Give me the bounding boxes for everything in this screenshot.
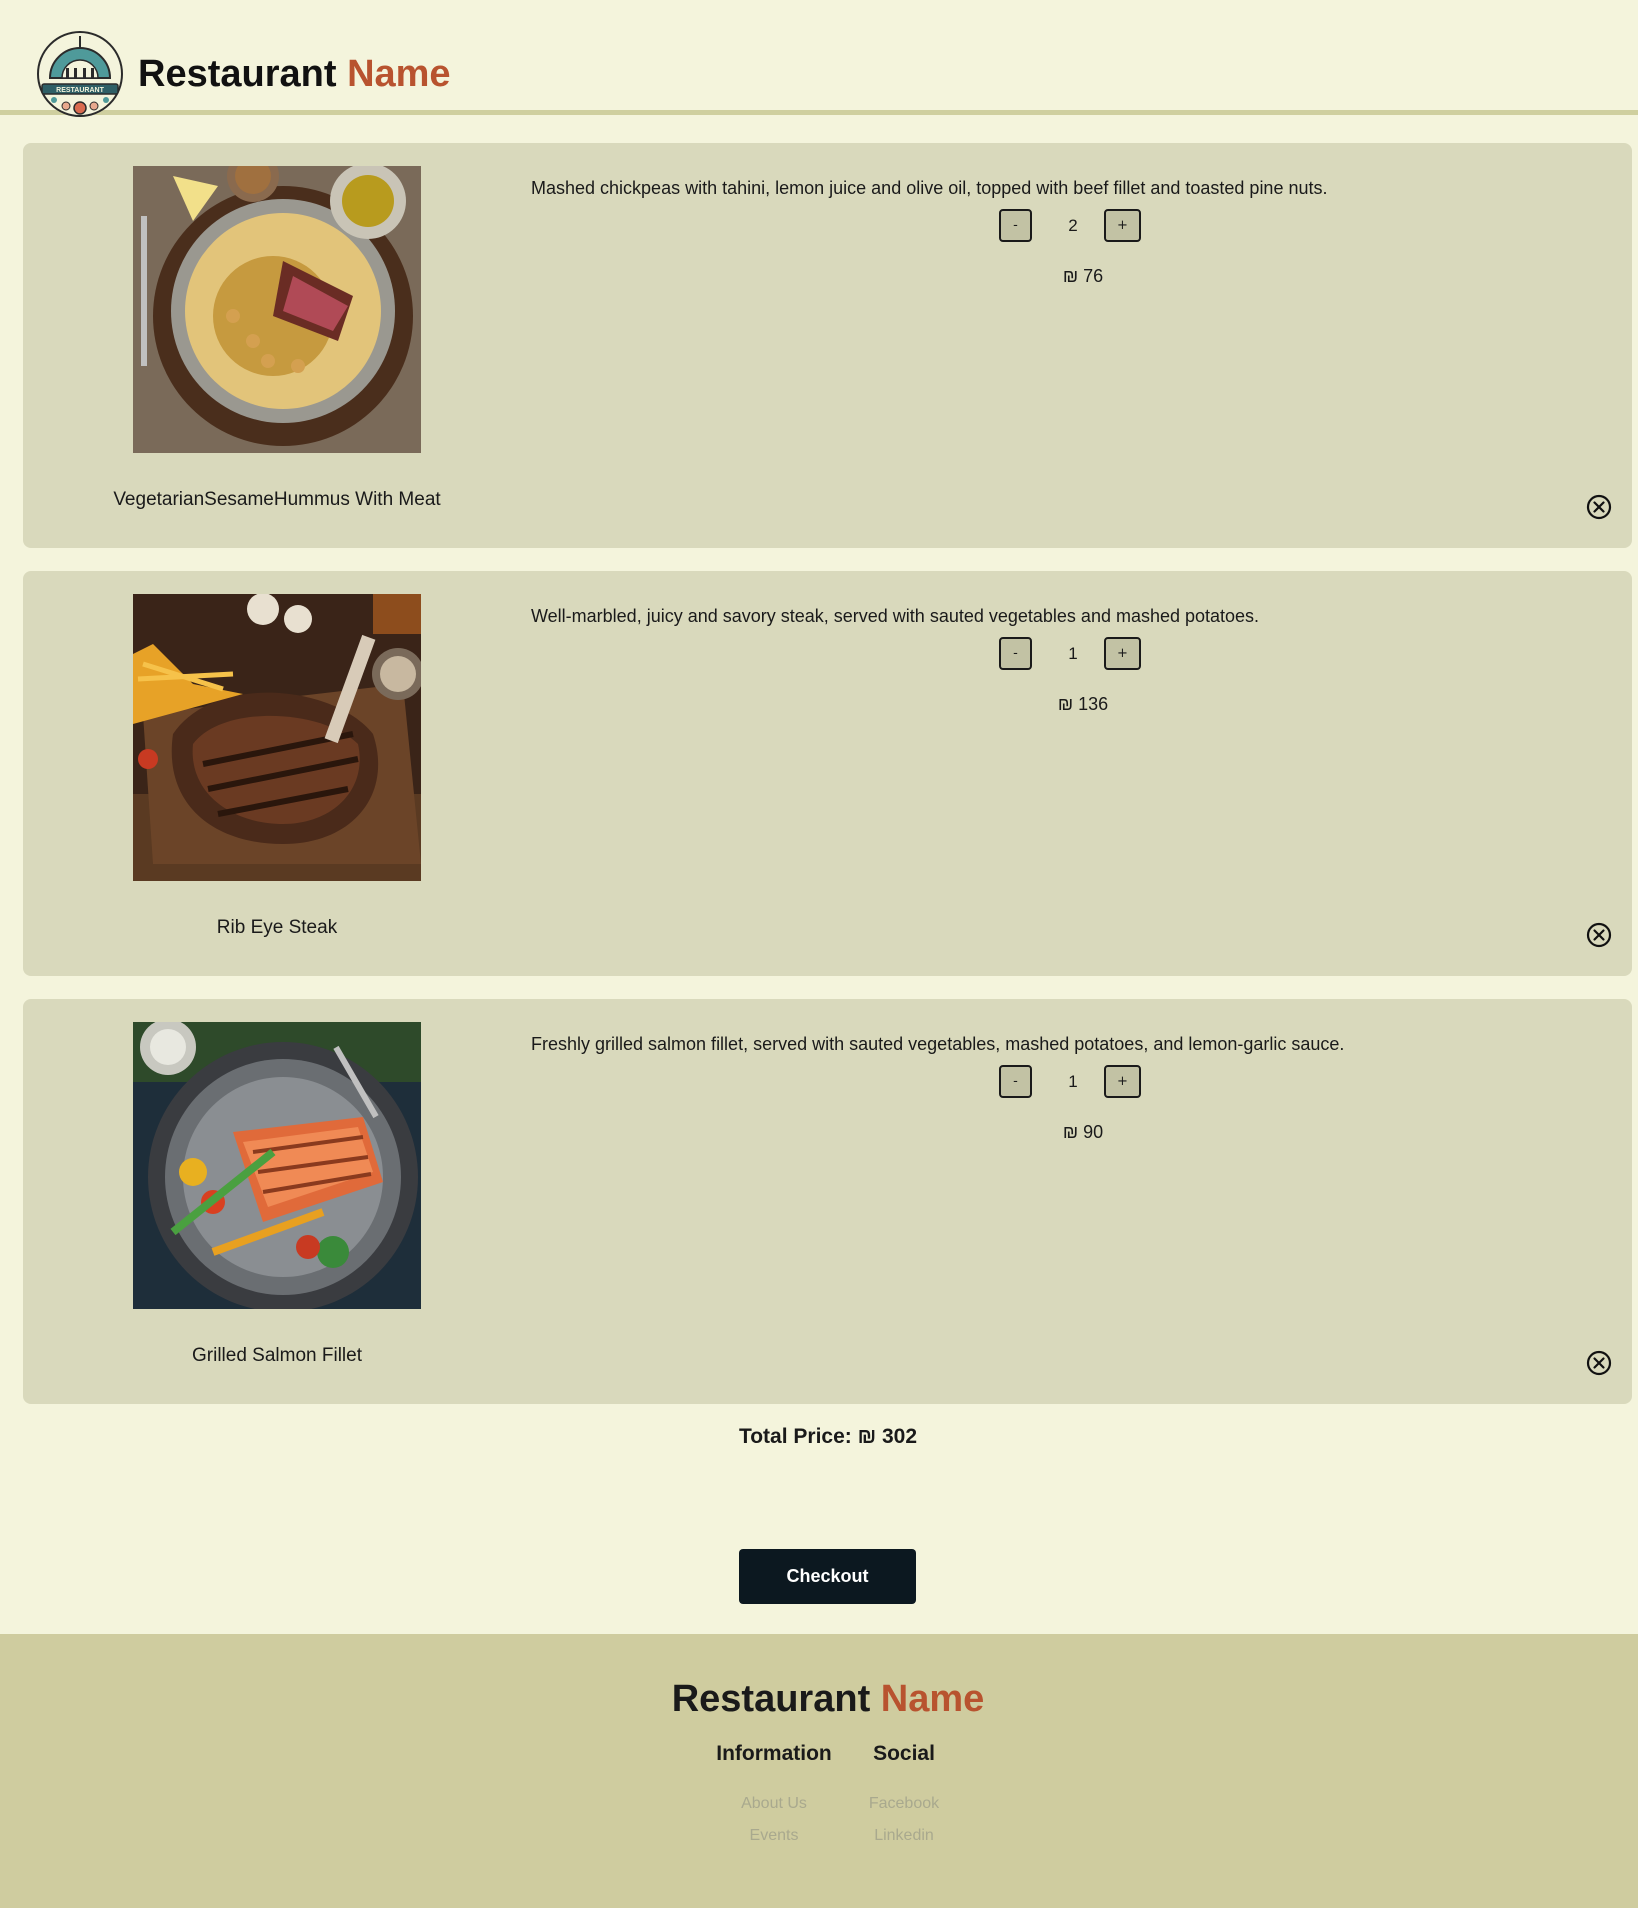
logo-text: RESTAURANT <box>56 87 104 94</box>
site-header: RESTAURANT Restaurant Name <box>0 0 1638 117</box>
item-name: Rib Eye Steak <box>216 917 338 938</box>
increase-quantity-button[interactable]: + <box>1104 637 1141 670</box>
increase-quantity-button[interactable]: + <box>1104 209 1141 242</box>
decrease-quantity-button[interactable]: - <box>999 637 1032 670</box>
footer-link-facebook[interactable]: Facebook <box>824 1788 984 1820</box>
footer-social-column: Social Facebook Linkedin <box>824 1742 984 1852</box>
increase-quantity-button[interactable]: + <box>1104 1065 1141 1098</box>
item-name: Grilled Salmon Fillet <box>192 1345 362 1366</box>
checkout-button[interactable]: Checkout <box>739 1549 916 1604</box>
item-price: ₪ 136 <box>1057 694 1109 714</box>
item-quantity: 1 <box>1068 644 1078 663</box>
footer-social-title: Social <box>873 1742 935 1765</box>
footer-brand: Restaurant Name <box>0 1678 1638 1721</box>
total-price: Total Price: ₪ 302 <box>738 1425 918 1448</box>
item-name: VegetarianSesameHummus With Meat <box>113 489 441 510</box>
footer-link-linkedin[interactable]: Linkedin <box>824 1820 984 1852</box>
restaurant-logo-icon[interactable]: RESTAURANT <box>36 28 124 120</box>
item-price: ₪ 90 <box>1062 1122 1104 1142</box>
item-quantity: 2 <box>1068 216 1078 235</box>
item-description: Mashed chickpeas with tahini, lemon juic… <box>531 178 1328 198</box>
close-circle-icon[interactable] <box>1586 494 1612 520</box>
decrease-quantity-button[interactable]: - <box>999 1065 1032 1098</box>
footer-brand-accent: Name <box>880 1678 985 1720</box>
item-quantity: 1 <box>1068 1072 1078 1091</box>
site-footer: Restaurant Name Information About Us Eve… <box>0 1634 1638 1908</box>
item-description: Freshly grilled salmon fillet, served wi… <box>531 1034 1345 1054</box>
grilled-salmon-photo <box>133 1022 421 1309</box>
cart-item: Rib Eye Steak Well-marbled, juicy and sa… <box>23 571 1632 976</box>
brand-primary: Restaurant <box>138 53 337 95</box>
decrease-quantity-button[interactable]: - <box>999 209 1032 242</box>
item-price: ₪ 76 <box>1062 266 1104 286</box>
brand-accent: Name <box>347 53 451 95</box>
footer-brand-primary: Restaurant <box>671 1678 871 1720</box>
site-brand[interactable]: Restaurant Name <box>138 52 451 96</box>
close-circle-icon[interactable] <box>1586 1350 1612 1376</box>
close-circle-icon[interactable] <box>1586 922 1612 948</box>
hummus-with-meat-photo <box>133 166 421 453</box>
cart-item: VegetarianSesameHummus With Meat Mashed … <box>23 143 1632 548</box>
item-description: Well-marbled, juicy and savory steak, se… <box>531 606 1260 626</box>
cart-item: Grilled Salmon Fillet Freshly grilled sa… <box>23 999 1632 1404</box>
rib-eye-steak-photo <box>133 594 421 881</box>
